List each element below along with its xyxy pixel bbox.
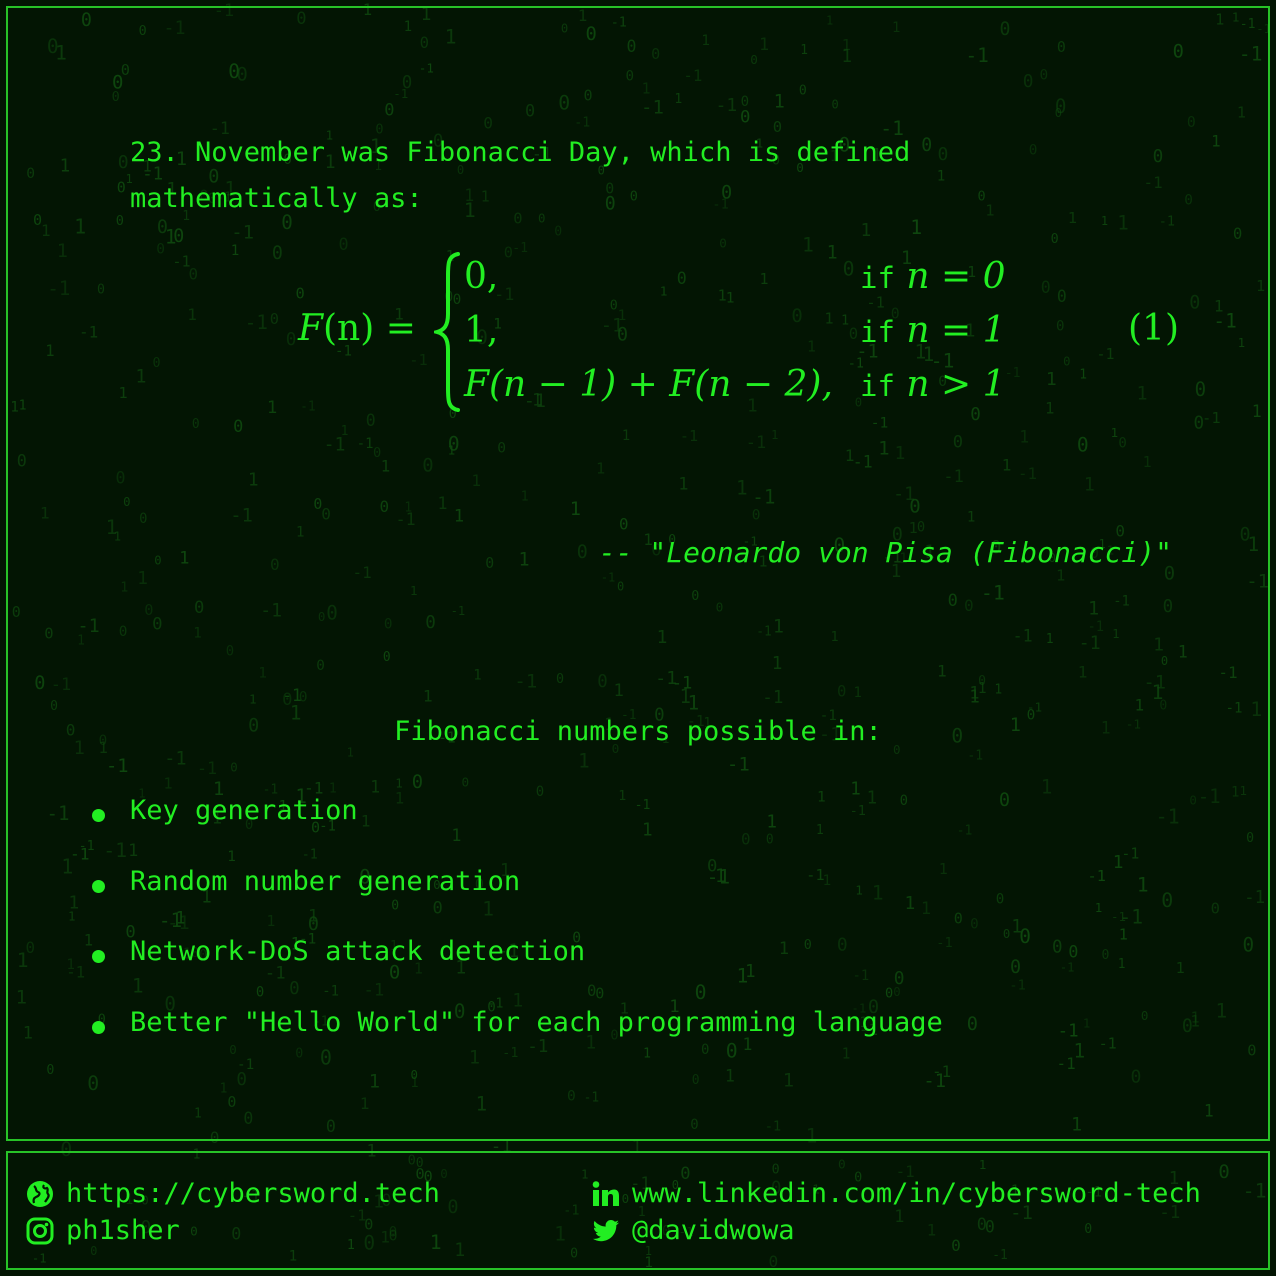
equation-lhs-args: (n) = xyxy=(322,308,416,349)
case-expression: n = 1 xyxy=(906,310,1006,351)
case-expression: n = 0 xyxy=(906,256,1006,297)
case-condition: if n = 0 xyxy=(860,256,1006,297)
left-brace xyxy=(434,252,460,412)
bullet-icon xyxy=(92,1020,105,1034)
case-keyword: if xyxy=(860,315,895,349)
list-item-text: Network-DoS attack detection xyxy=(130,936,586,967)
footer-instagram-link[interactable]: ph1sher xyxy=(26,1215,180,1246)
twitter-handle: @davidwowa xyxy=(632,1215,795,1246)
quote-attribution: -- "Leonardo von Pisa (Fibonacci)" xyxy=(598,536,1172,569)
bullet-icon xyxy=(92,809,105,822)
footer-website-link[interactable]: https://cybersword.tech xyxy=(26,1178,440,1209)
case-value: F(n − 1) + F(n − 2), xyxy=(464,364,833,405)
case-expression: n > 1 xyxy=(906,364,1006,405)
linkedin-url: www.linkedin.com/in/cybersword-tech xyxy=(632,1178,1201,1209)
case-keyword: if xyxy=(860,369,895,403)
globe-icon xyxy=(27,1180,53,1207)
case-value: 0, xyxy=(464,256,499,297)
bullet-icon xyxy=(92,950,105,963)
equation-lhs: F(n) = xyxy=(298,308,416,349)
case-keyword: if xyxy=(860,261,895,295)
list-item: Better "Hello World" for each programmin… xyxy=(92,1007,943,1078)
footer-twitter-link[interactable]: @davidwowa xyxy=(592,1215,795,1246)
bullet-icon xyxy=(92,879,105,893)
twitter-icon xyxy=(592,1219,619,1241)
list-item-text: Random number generation xyxy=(130,865,521,897)
list-item-text: Key generation xyxy=(130,795,358,826)
use-case-list: Key generation Random number generation … xyxy=(92,795,943,1077)
fibonacci-equation: F(n) = 0, if n = 0 1, if n = 1 F(n − 1) … xyxy=(298,250,1179,420)
instagram-icon xyxy=(26,1217,54,1244)
instagram-handle: ph1sher xyxy=(66,1215,180,1246)
equation-number: (1) xyxy=(1128,308,1179,349)
website-url: https://cybersword.tech xyxy=(66,1178,440,1209)
intro-text: 23. November was Fibonacci Day, which is… xyxy=(130,137,911,214)
case-condition: if n > 1 xyxy=(860,364,1006,405)
case-value: 1, xyxy=(464,310,499,351)
section-heading: Fibonacci numbers possible in: xyxy=(394,716,882,747)
footer-linkedin-link[interactable]: www.linkedin.com/in/cybersword-tech xyxy=(592,1178,1201,1209)
footer-panel xyxy=(6,1151,1270,1270)
list-item-text: Better "Hello World" for each programmin… xyxy=(130,1006,943,1038)
equation-lhs-function: F xyxy=(298,308,323,349)
linkedin-icon xyxy=(592,1180,619,1206)
case-condition: if n = 1 xyxy=(860,310,1006,351)
list-item: Key generation xyxy=(92,795,943,866)
list-item: Random number generation xyxy=(92,866,943,937)
list-item: Network-DoS attack detection xyxy=(92,936,943,1007)
